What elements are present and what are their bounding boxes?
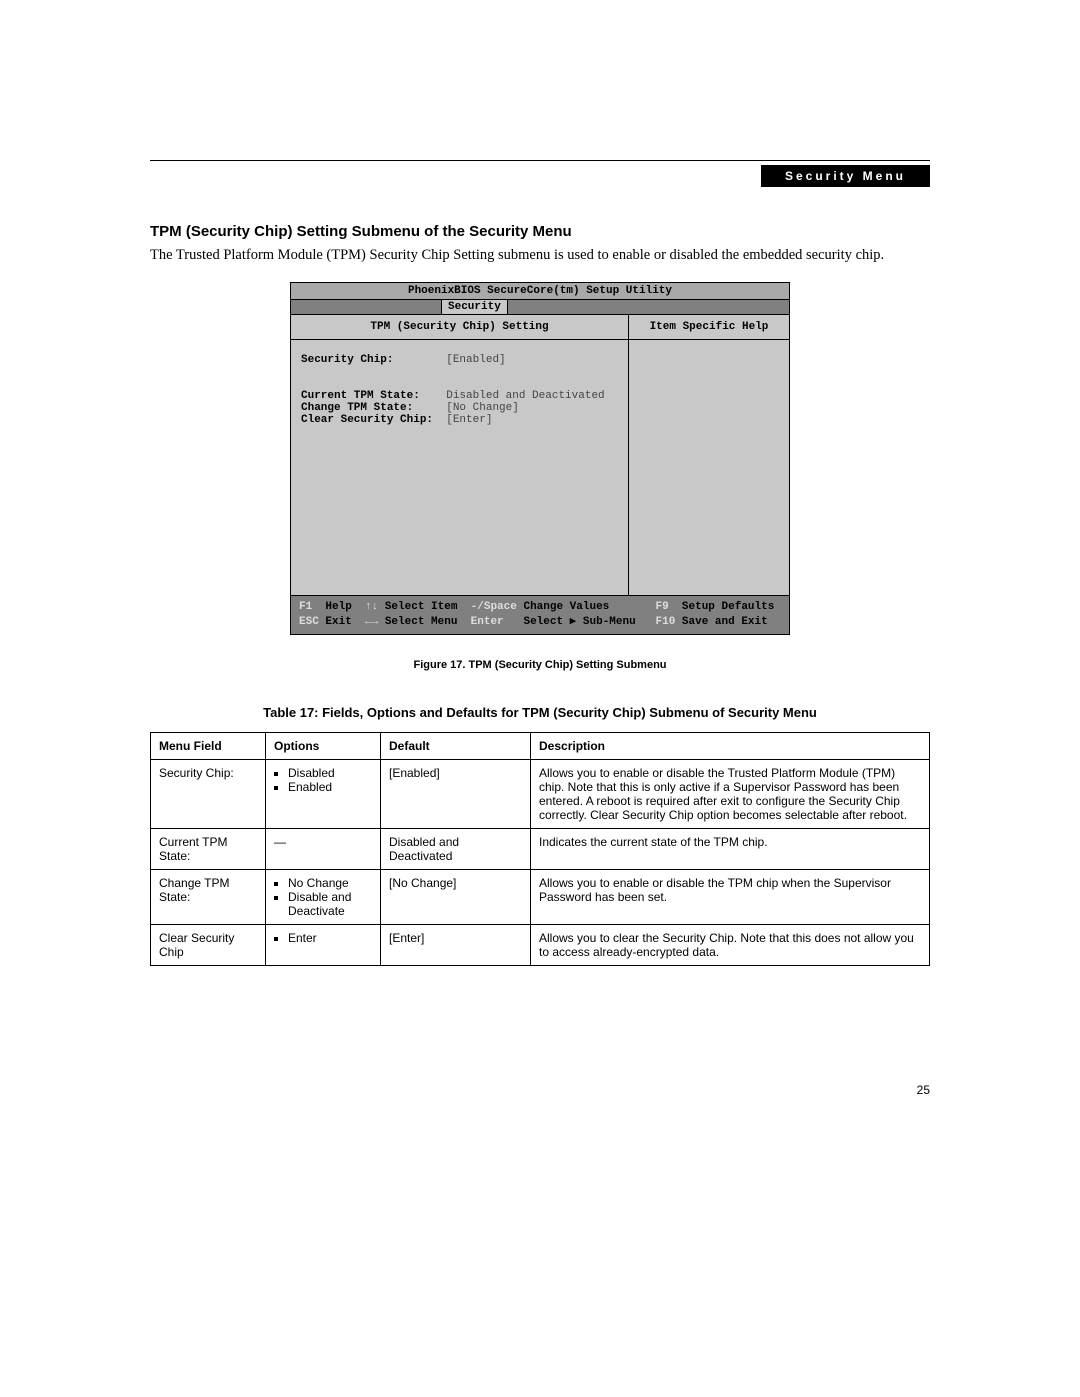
cell-default: [No Change]: [381, 870, 531, 925]
header-badge: Security Menu: [761, 165, 930, 187]
cell-description: Allows you to enable or disable the Trus…: [531, 760, 930, 829]
top-rule: [150, 160, 930, 161]
cell-description: Indicates the current state of the TPM c…: [531, 829, 930, 870]
th-description: Description: [531, 733, 930, 760]
cell-options: DisabledEnabled: [266, 760, 381, 829]
bios-tab-security: Security: [441, 300, 508, 314]
cell-default: [Enter]: [381, 925, 531, 966]
bios-left-content: Security Chip: [Enabled]Current TPM Stat…: [291, 340, 628, 452]
table-row: Security Chip:DisabledEnabled[Enabled]Al…: [151, 760, 930, 829]
table-row: Change TPM State:No ChangeDisable and De…: [151, 870, 930, 925]
th-menu-field: Menu Field: [151, 733, 266, 760]
table-caption: Table 17: Fields, Options and Defaults f…: [150, 705, 930, 720]
cell-options: No ChangeDisable and Deactivate: [266, 870, 381, 925]
intro-text: The Trusted Platform Module (TPM) Securi…: [150, 246, 930, 266]
table-row: Clear Security Chip Enter [Enter]Allows yo…: [151, 925, 930, 966]
option-item: Disabled: [288, 766, 372, 780]
bios-screenshot: PhoenixBIOS SecureCore(tm) Setup Utility…: [290, 282, 790, 636]
option-item: Enabled: [288, 780, 372, 794]
cell-default: Disabled and Deactivated: [381, 829, 531, 870]
cell-options: —: [266, 829, 381, 870]
cell-options: Enter: [266, 925, 381, 966]
fields-table: Menu Field Options Default Description S…: [150, 732, 930, 966]
option-item: Enter: [288, 931, 372, 945]
cell-menu-field: Current TPM State:: [151, 829, 266, 870]
bios-footer: F1 Help ↑↓ Select Item -/Space Change Va…: [291, 595, 789, 635]
bios-tab-row: Security: [291, 300, 789, 315]
header-row: Security Menu: [150, 165, 930, 187]
bios-body: TPM (Security Chip) Setting Security Chi…: [291, 315, 789, 595]
bios-right-pane: Item Specific Help: [629, 315, 789, 595]
cell-description: Allows you to clear the Security Chip. N…: [531, 925, 930, 966]
bios-right-header: Item Specific Help: [629, 315, 789, 340]
figure-caption: Figure 17. TPM (Security Chip) Setting S…: [150, 659, 930, 671]
table-header-row: Menu Field Options Default Description: [151, 733, 930, 760]
option-item: Disable and Deactivate: [288, 890, 372, 918]
bios-title: PhoenixBIOS SecureCore(tm) Setup Utility: [291, 283, 789, 300]
bios-left-header: TPM (Security Chip) Setting: [291, 315, 628, 340]
cell-menu-field: Change TPM State:: [151, 870, 266, 925]
cell-menu-field: Clear Security Chip: [151, 925, 266, 966]
section-title: TPM (Security Chip) Setting Submenu of t…: [150, 223, 930, 240]
th-options: Options: [266, 733, 381, 760]
cell-default: [Enabled]: [381, 760, 531, 829]
cell-menu-field: Security Chip:: [151, 760, 266, 829]
cell-description: Allows you to enable or disable the TPM …: [531, 870, 930, 925]
th-default: Default: [381, 733, 531, 760]
page-number: 25: [917, 1083, 930, 1097]
table-row: Current TPM State:—Disabled and Deactiva…: [151, 829, 930, 870]
bios-left-pane: TPM (Security Chip) Setting Security Chi…: [291, 315, 629, 595]
option-item: No Change: [288, 876, 372, 890]
